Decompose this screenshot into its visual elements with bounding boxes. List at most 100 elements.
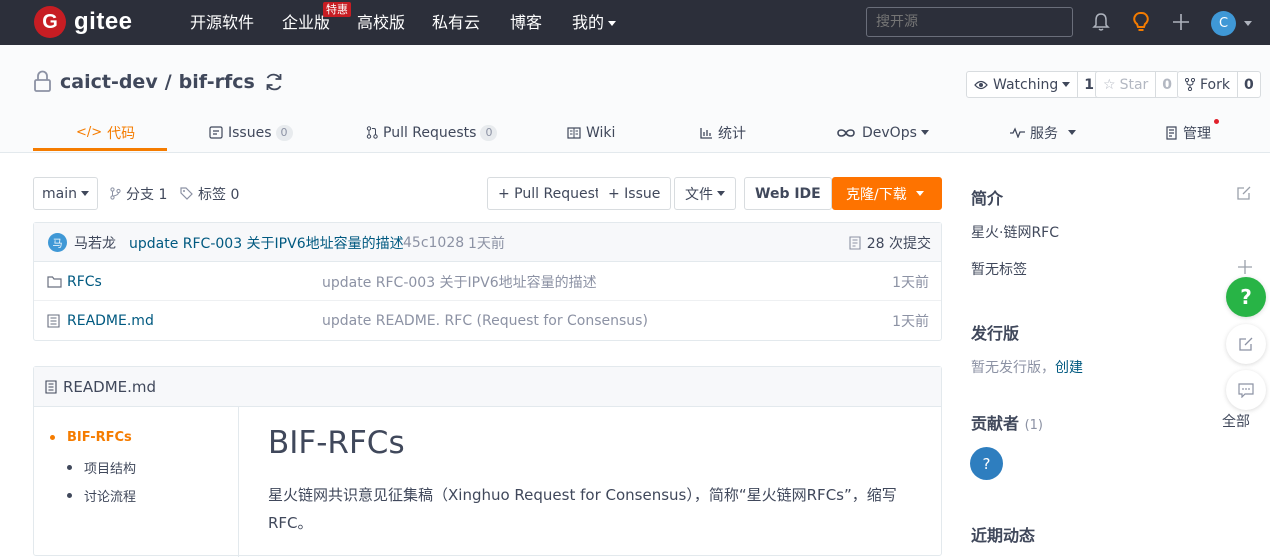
chat-button[interactable] <box>1226 370 1266 410</box>
nav-blog[interactable]: 博客 <box>510 0 542 45</box>
commit-hash[interactable]: 45c1028 <box>403 223 464 262</box>
fork-button[interactable]: Fork 0 <box>1177 71 1261 98</box>
watch-button[interactable]: Watching 1 <box>966 71 1101 98</box>
tab-wiki-label: Wiki <box>586 124 616 141</box>
edit-icon[interactable] <box>1236 185 1252 201</box>
commit-count: 28 次提交 <box>866 235 931 252</box>
tags-label: 标签 0 <box>198 186 240 203</box>
chevron-down-icon <box>920 130 929 135</box>
chevron-down-icon[interactable] <box>1244 21 1252 26</box>
file-commit-message[interactable]: update README. RFC (Request for Consensu… <box>322 301 648 340</box>
fork-count[interactable]: 0 <box>1238 72 1260 97</box>
tab-stats[interactable]: 统计 <box>700 112 746 153</box>
contributor-avatar[interactable]: ? <box>970 447 1003 480</box>
tab-manage[interactable]: 管理 <box>1165 112 1219 153</box>
chevron-down-icon <box>1062 82 1071 87</box>
activity-heading: 近期动态 <box>971 526 1036 545</box>
help-button[interactable]: ? <box>1226 277 1266 317</box>
toc-item-label: BIF-RFCs <box>67 430 132 445</box>
toc-item[interactable]: 项目结构 <box>67 458 136 477</box>
tab-service[interactable]: 服务 <box>1010 112 1076 153</box>
tab-service-label: 服务 <box>1030 125 1058 142</box>
star-button[interactable]: ☆ Star 0 <box>1095 71 1180 98</box>
clone-download-button[interactable]: 克隆/下载 <box>832 177 942 210</box>
commit-message[interactable]: update RFC-003 关于IPV6地址容量的描述 <box>129 223 404 262</box>
wiki-icon <box>567 126 581 139</box>
nav-open-source[interactable]: 开源软件 <box>190 0 254 45</box>
star-icon: ☆ <box>1103 76 1116 93</box>
branches-link[interactable]: 分支 1 <box>110 177 167 210</box>
tags-link[interactable]: 标签 0 <box>180 177 239 210</box>
file-commit-message[interactable]: update RFC-003 关于IPV6地址容量的描述 <box>322 262 597 301</box>
file-name[interactable]: RFCs <box>67 274 102 290</box>
nav-mine[interactable]: 我的 <box>572 0 617 45</box>
file-row[interactable]: README.md update README. RFC (Request fo… <box>34 301 941 340</box>
bullet-dot <box>67 493 72 498</box>
tab-issues-count: 0 <box>275 124 293 141</box>
feedback-button[interactable] <box>1226 324 1266 364</box>
star-label-wrap: ☆ Star <box>1096 72 1157 97</box>
bullet-dot <box>50 435 55 440</box>
tab-issues[interactable]: Issues 0 <box>209 112 293 153</box>
repo-title: caict-dev / bif-rfcs <box>33 70 284 93</box>
lightbulb-icon[interactable] <box>1127 8 1155 36</box>
chevron-down-icon <box>717 191 725 196</box>
release-text-wrap: 暂无发行版，创建 <box>971 357 1083 377</box>
create-release-link[interactable]: 创建 <box>1055 360 1083 376</box>
toc-item[interactable]: 讨论流程 <box>67 486 136 505</box>
repo-owner-link[interactable]: caict-dev <box>60 71 158 93</box>
devops-icon <box>837 128 855 137</box>
readme-panel: README.md BIF-RFCs 项目结构 讨论流程 BIF-RFCs 星火… <box>33 366 942 557</box>
nav-education[interactable]: 高校版 <box>357 0 405 45</box>
file-name-wrap: README.md <box>47 301 154 340</box>
readme-filename: README.md <box>63 377 157 396</box>
tab-manage-label: 管理 <box>1183 125 1211 142</box>
repo-name-link[interactable]: bif-rfcs <box>179 71 255 93</box>
code-icon: </> <box>76 125 103 140</box>
eye-icon <box>974 80 988 89</box>
release-heading: 发行版 <box>971 324 1020 343</box>
promo-badge: 特惠 <box>323 2 351 17</box>
tab-code[interactable]: </> 代码 <box>76 112 135 153</box>
file-menu-button[interactable]: 文件 <box>674 177 736 210</box>
contributors-heading-wrap: 贡献者 (1) <box>971 410 1043 434</box>
author-avatar[interactable]: 马 <box>48 233 67 252</box>
commit-count-link[interactable]: 28 次提交 <box>849 223 931 262</box>
new-pull-request-button[interactable]: + Pull Request <box>487 177 612 210</box>
file-icon <box>45 379 57 394</box>
add-tag-icon[interactable] <box>1238 260 1252 274</box>
web-ide-button[interactable]: Web IDE <box>744 177 832 210</box>
tab-pull-requests-label: Pull Requests <box>383 124 477 141</box>
file-icon <box>47 313 60 328</box>
toc-item[interactable]: BIF-RFCs <box>50 430 132 445</box>
notification-dot <box>1214 119 1219 124</box>
tab-pull-requests[interactable]: Pull Requests 0 <box>366 112 498 153</box>
contributors-count: (1) <box>1024 418 1044 433</box>
tab-wiki[interactable]: Wiki <box>567 112 615 153</box>
watch-label: Watching <box>993 76 1059 93</box>
search-input[interactable] <box>866 7 1073 37</box>
readme-header: README.md <box>34 367 941 407</box>
issues-icon <box>209 126 223 139</box>
file-time: 1天前 <box>892 274 929 291</box>
plus-icon[interactable] <box>1167 8 1195 36</box>
file-time: 1天前 <box>892 313 929 330</box>
file-name[interactable]: README.md <box>67 313 154 329</box>
tab-devops[interactable]: DevOps <box>836 112 929 153</box>
chevron-down-icon <box>608 21 617 26</box>
file-row[interactable]: RFCs update RFC-003 关于IPV6地址容量的描述 1天前 <box>34 262 941 301</box>
sync-icon[interactable] <box>264 72 284 92</box>
toc-item-label: 讨论流程 <box>84 490 137 505</box>
user-avatar[interactable]: C <box>1211 11 1236 36</box>
commit-author[interactable]: 马若龙 <box>74 233 116 253</box>
branches-label: 分支 1 <box>126 186 168 203</box>
new-issue-button[interactable]: + Issue <box>598 177 672 210</box>
nav-private-cloud[interactable]: 私有云 <box>432 0 480 45</box>
bell-icon[interactable] <box>1087 8 1115 36</box>
chat-icon <box>1238 382 1254 398</box>
star-count[interactable]: 0 <box>1156 72 1178 97</box>
all-contributors-link[interactable]: 全部 <box>1222 411 1250 431</box>
gitee-logo[interactable]: G gitee <box>34 6 133 38</box>
branch-select[interactable]: main <box>33 177 98 210</box>
chevron-down-icon <box>1068 130 1076 135</box>
